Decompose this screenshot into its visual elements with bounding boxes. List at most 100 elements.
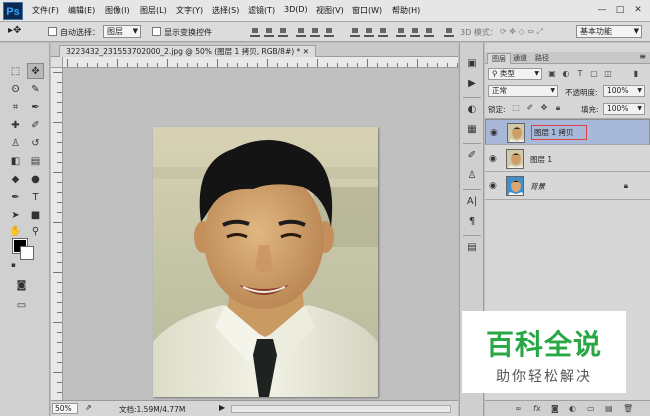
path-select-tool-icon[interactable]: ➤ — [7, 207, 24, 223]
menu-select[interactable]: 选择(S) — [212, 5, 239, 16]
menu-3d[interactable]: 3D(D) — [284, 5, 308, 14]
menu-help[interactable]: 帮助(H) — [392, 5, 420, 16]
eraser-tool-icon[interactable]: ◧ — [7, 153, 24, 169]
layer-row-layer1[interactable]: ◉ 图层 1 — [485, 146, 650, 172]
lock-position-icon[interactable]: ✥ — [539, 103, 549, 113]
hand-tool-icon[interactable]: ✋ — [7, 223, 24, 239]
clone-source-icon[interactable]: ♙ — [464, 169, 480, 183]
horizontal-scrollbar[interactable] — [231, 405, 451, 413]
minimize-button[interactable]: — — [594, 3, 610, 17]
actions-play-icon[interactable]: ▶ — [464, 77, 480, 91]
brush-presets-icon[interactable]: ✐ — [464, 149, 480, 163]
distribute-right-icon[interactable] — [424, 27, 434, 37]
zoom-tool-icon[interactable]: ⚲ — [27, 223, 44, 239]
tab-layers[interactable]: 图层 — [487, 53, 511, 64]
blend-mode-dropdown[interactable]: 正常 ▼ — [488, 85, 558, 97]
chevron-right-icon[interactable]: ▶ — [219, 403, 225, 412]
lock-icon[interactable]: 🔒︎ — [624, 181, 628, 191]
lock-all-icon[interactable]: 🔒︎ — [553, 103, 563, 113]
panel-menu-icon[interactable]: ≡ — [639, 52, 646, 61]
align-middle-icon[interactable] — [264, 27, 274, 37]
dodge-tool-icon[interactable]: ● — [27, 171, 44, 187]
maximize-button[interactable]: □ — [612, 3, 628, 17]
move-tool-icon[interactable]: ✥ — [27, 63, 44, 79]
history-brush-tool-icon[interactable]: ↺ — [27, 135, 44, 151]
eye-icon[interactable]: ◉ — [489, 154, 497, 164]
properties-icon[interactable]: ▤ — [464, 241, 480, 255]
menu-file[interactable]: 文件(F) — [32, 5, 59, 16]
fill-field[interactable]: 100% ▼ — [603, 103, 645, 115]
distribute-center-icon[interactable] — [410, 27, 420, 37]
smart-object-filter-icon[interactable]: ◫ — [603, 69, 613, 79]
layer-name[interactable]: 背景 — [530, 181, 545, 192]
align-top-icon[interactable] — [250, 27, 260, 37]
distribute-top-icon[interactable] — [350, 27, 360, 37]
menu-layer[interactable]: 图层(L) — [140, 5, 167, 16]
layer-row-background[interactable]: ◉ 背景 🔒︎ — [485, 173, 650, 200]
fx-icon[interactable]: fx — [533, 404, 541, 413]
eye-icon[interactable]: ◉ — [490, 128, 498, 139]
align-right-icon[interactable] — [324, 27, 334, 37]
3d-mode-icons[interactable]: ⟳ ✥ ◇ ⇔ ⤢ — [500, 27, 543, 37]
pen-tool-icon[interactable]: ✒ — [7, 189, 24, 205]
align-center-icon[interactable] — [310, 27, 320, 37]
brush-tool-icon[interactable]: ✐ — [27, 117, 44, 133]
quick-mask-icon[interactable]: ◙ — [13, 277, 30, 293]
auto-select-dropdown[interactable]: 图层 ▼ — [103, 25, 141, 38]
type-filter-icon[interactable]: T — [575, 69, 585, 79]
adjustment-filter-icon[interactable]: ◐ — [561, 69, 571, 79]
lock-pixels-icon[interactable]: ✐ — [525, 103, 535, 113]
layer-name[interactable]: 图层 1 — [530, 154, 552, 165]
distribute-bottom-icon[interactable] — [378, 27, 388, 37]
canvas-pasteboard[interactable] — [63, 68, 458, 400]
rectangle-tool-icon[interactable]: ■ — [27, 207, 44, 223]
trash-icon[interactable]: 🗑︎ — [623, 404, 633, 413]
character-icon[interactable]: A| — [464, 195, 480, 209]
workspace-dropdown[interactable]: 基本功能 ▼ — [576, 25, 642, 38]
close-button[interactable]: ✕ — [630, 3, 646, 17]
default-colors-icon[interactable]: ▪ — [5, 257, 22, 273]
share-icon[interactable]: ⇗ — [85, 403, 92, 412]
marquee-tool-icon[interactable]: ⬚ — [7, 63, 24, 79]
shape-filter-icon[interactable]: ▢ — [589, 69, 599, 79]
canvas-image[interactable] — [153, 127, 378, 397]
menu-filter[interactable]: 滤镜(T) — [248, 5, 275, 16]
eyedropper-tool-icon[interactable]: ✒ — [27, 99, 44, 115]
group-icon[interactable]: ▭ — [587, 404, 595, 413]
move-tool-preset-icon[interactable]: ▸✥ — [8, 25, 21, 36]
close-icon[interactable]: ✕ — [303, 47, 309, 56]
history-icon[interactable]: ▣ — [464, 57, 480, 71]
show-transform-checkbox[interactable] — [152, 27, 161, 36]
document-tab[interactable]: 3223432_231553702000_2.jpg @ 50% (图层 1 拷… — [59, 45, 316, 57]
align-left-icon[interactable] — [296, 27, 306, 37]
styles-icon[interactable]: ▦ — [464, 123, 480, 137]
auto-select-checkbox[interactable] — [48, 27, 57, 36]
quick-select-tool-icon[interactable]: ✎ — [27, 81, 44, 97]
paragraph-icon[interactable]: ¶ — [464, 215, 480, 229]
lock-transparency-icon[interactable]: ⬚ — [511, 103, 521, 113]
opacity-field[interactable]: 100% ▼ — [603, 85, 645, 97]
filter-toggle-icon[interactable]: ▮ — [631, 69, 641, 79]
menu-edit[interactable]: 编辑(E) — [68, 5, 95, 16]
link-icon[interactable]: ∞ — [515, 404, 522, 413]
lasso-tool-icon[interactable]: ʘ — [7, 81, 24, 97]
pixel-filter-icon[interactable]: ▣ — [547, 69, 557, 79]
blur-tool-icon[interactable]: ◆ — [7, 171, 24, 187]
align-bottom-icon[interactable] — [278, 27, 288, 37]
zoom-level-field[interactable]: 50% — [52, 403, 78, 414]
mask-icon[interactable]: ◙ — [551, 404, 559, 413]
healing-brush-tool-icon[interactable]: ✚ — [7, 117, 24, 133]
new-layer-icon[interactable]: ▤ — [605, 404, 613, 413]
menu-view[interactable]: 视图(V) — [316, 5, 344, 16]
layer-row-layer1-copy[interactable]: ◉ 图层 1 拷贝 — [485, 119, 650, 145]
auto-align-icon[interactable] — [444, 27, 454, 37]
menu-type[interactable]: 文字(Y) — [176, 5, 203, 16]
menu-window[interactable]: 窗口(W) — [352, 5, 382, 16]
adjustments-icon[interactable]: ◐ — [464, 103, 480, 117]
distribute-left-icon[interactable] — [396, 27, 406, 37]
eye-icon[interactable]: ◉ — [489, 181, 497, 191]
document-info[interactable]: 文档:1.59M/4.77M — [119, 404, 185, 415]
crop-tool-icon[interactable]: ⌗ — [7, 99, 24, 115]
tab-paths[interactable]: 路径 — [531, 53, 553, 64]
layer-name[interactable]: 图层 1 拷贝 — [531, 125, 587, 140]
